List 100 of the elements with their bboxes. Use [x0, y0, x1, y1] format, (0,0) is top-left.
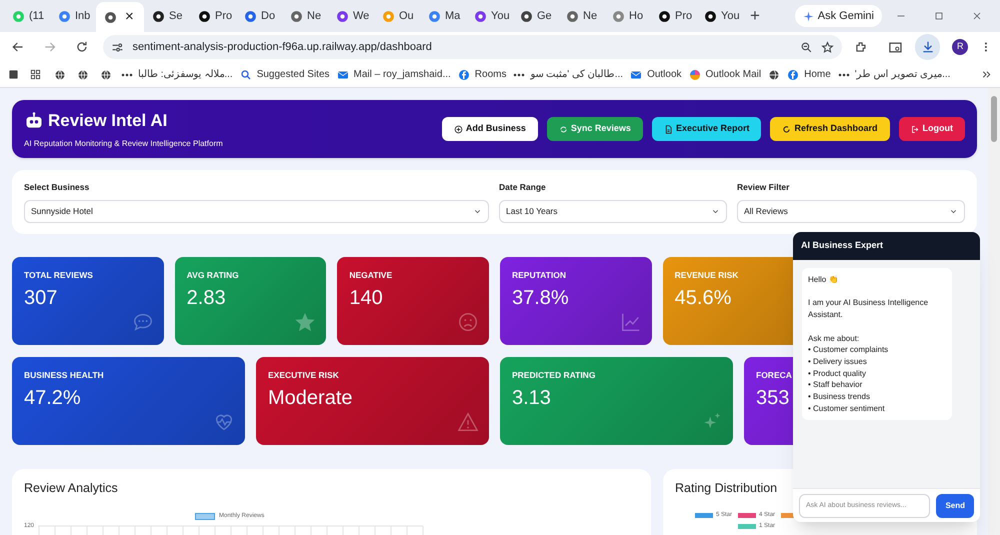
stat-value: 140: [349, 286, 383, 311]
site-icon: [382, 10, 395, 22]
site-icon: [520, 10, 533, 22]
stat-label: BUSINESS HEALTH: [24, 369, 104, 382]
bookmark[interactable]: 'میری تصویر اس طر...: [838, 67, 950, 82]
download-button[interactable]: [914, 34, 940, 60]
browser-tab[interactable]: Ou: [374, 4, 420, 28]
browser-tab[interactable]: Pro: [190, 4, 236, 28]
header-button[interactable]: Refresh Dashboard: [770, 117, 890, 141]
close-icon[interactable]: [971, 10, 983, 22]
document-icon: [664, 124, 673, 134]
browser-tab[interactable]: Do: [236, 4, 282, 28]
select-field[interactable]: Last 10 Years: [499, 200, 727, 223]
header-button[interactable]: Add Business: [442, 117, 538, 141]
stat-value: 2.83: [186, 286, 226, 311]
select-field[interactable]: Sunnyside Hotel: [24, 200, 489, 223]
envelope-icon: [630, 68, 642, 80]
browser-tab[interactable]: You: [696, 4, 742, 28]
address-bar[interactable]: sentiment-analysis-production-f96a.up.railway.app/dashboard: [103, 35, 842, 59]
browser-tab[interactable]: Pro: [650, 4, 696, 28]
stat-value: Moderate: [268, 386, 352, 411]
facebook-icon: [458, 68, 470, 80]
colorful-circle-icon: [688, 68, 701, 80]
sad-face-icon: [457, 311, 479, 333]
site-icon: [704, 10, 717, 22]
browser-tab[interactable]: You: [466, 4, 512, 28]
bookmark[interactable]: Suggested Sites: [240, 67, 330, 82]
browser-tab[interactable]: (11: [4, 4, 50, 28]
browser-tab[interactable]: Ho: [604, 4, 650, 28]
field-label: Review Filter: [737, 181, 790, 194]
bookmark[interactable]: طالبان کی 'مثبت سو...: [513, 67, 624, 82]
bookmark[interactable]: Mail – roy_jamshaid...: [336, 67, 451, 82]
restore-icon[interactable]: [933, 10, 945, 22]
browser-tab[interactable]: Ne: [282, 4, 328, 28]
browser-tab[interactable]: ×: [96, 2, 144, 32]
globe-icon[interactable]: [768, 68, 780, 80]
sparkle-icon: [802, 10, 814, 22]
site-icon: [612, 10, 625, 22]
zoom-icon[interactable]: [800, 40, 814, 54]
card-title: Review Analytics: [24, 480, 119, 497]
plus-circle-icon: [454, 124, 463, 134]
reload-icon[interactable]: [74, 40, 88, 54]
extensions-icon[interactable]: [854, 40, 868, 54]
site-icon: [428, 10, 441, 22]
star-icon: [294, 311, 316, 333]
stat-label: PREDICTED RATING: [512, 369, 596, 382]
logout-icon: [910, 124, 920, 134]
new-tab-button[interactable]: +: [750, 3, 760, 29]
stat-label: FORECA: [756, 369, 792, 382]
browser-tab[interactable]: Ma: [420, 4, 466, 28]
globe-icon[interactable]: [54, 68, 66, 80]
site-icon: [474, 10, 487, 22]
scrollbar-thumb[interactable]: [991, 96, 997, 142]
browser-tab[interactable]: Ne: [558, 4, 604, 28]
sync-icon: [558, 124, 568, 134]
tab-search-icon[interactable]: [888, 40, 903, 54]
site-icon: [198, 10, 211, 22]
stat-value: 47.2%: [24, 386, 81, 411]
browser-tab[interactable]: Inb: [50, 4, 96, 28]
site-icon: [658, 10, 671, 22]
line-chart-icon: [620, 311, 642, 333]
square-icon[interactable]: [8, 69, 19, 80]
bookmark[interactable]: Rooms: [458, 67, 506, 82]
site-settings-icon[interactable]: [111, 40, 124, 54]
header-button[interactable]: Logout: [898, 117, 965, 141]
stat-label: TOTAL REVIEWS: [24, 269, 93, 282]
stat-value: 307: [24, 286, 58, 311]
close-icon[interactable]: ×: [125, 6, 134, 28]
globe-icon[interactable]: [100, 68, 112, 80]
bookmark[interactable]: Outlook Mail: [688, 67, 762, 82]
send-button[interactable]: Send: [936, 494, 974, 518]
site-icon: [566, 10, 579, 22]
site-icon: [152, 10, 165, 22]
download-icon: [920, 40, 934, 54]
bookmark[interactable]: ملالہ یوسفزئی: طالبا...: [121, 67, 233, 82]
star-icon[interactable]: [821, 40, 834, 54]
site-icon: [290, 10, 303, 22]
header-button[interactable]: Executive Report: [652, 117, 762, 141]
bookmark[interactable]: Home: [787, 67, 831, 82]
search-icon: [240, 68, 252, 80]
browser-tab[interactable]: We: [328, 4, 374, 28]
stat-value: 353: [756, 386, 790, 411]
browser-tab[interactable]: Ge: [512, 4, 558, 28]
field-label: Select Business: [24, 181, 90, 194]
globe-icon[interactable]: [77, 68, 89, 80]
stat-label: REPUTATION: [512, 269, 566, 282]
app-title: Review Intel AI: [48, 110, 168, 132]
select-field[interactable]: All Reviews: [737, 200, 965, 223]
card-title: Rating Distribution: [675, 480, 778, 497]
chevron-double-icon[interactable]: [981, 69, 992, 80]
profile-avatar[interactable]: R: [952, 39, 968, 55]
app-subtitle: AI Reputation Monitoring & Review Intelligence Platform: [24, 138, 223, 150]
browser-tab[interactable]: Se: [144, 4, 190, 28]
apps-grid-icon[interactable]: [30, 69, 41, 80]
site-icon: [336, 10, 349, 22]
stat-value: 37.8%: [512, 286, 569, 311]
back-icon[interactable]: [11, 40, 25, 54]
bookmark[interactable]: Outlook: [630, 67, 682, 82]
chat-header: AI Business Expert: [793, 232, 980, 260]
gemini-button[interactable]: Ask Gemini: [794, 5, 882, 27]
